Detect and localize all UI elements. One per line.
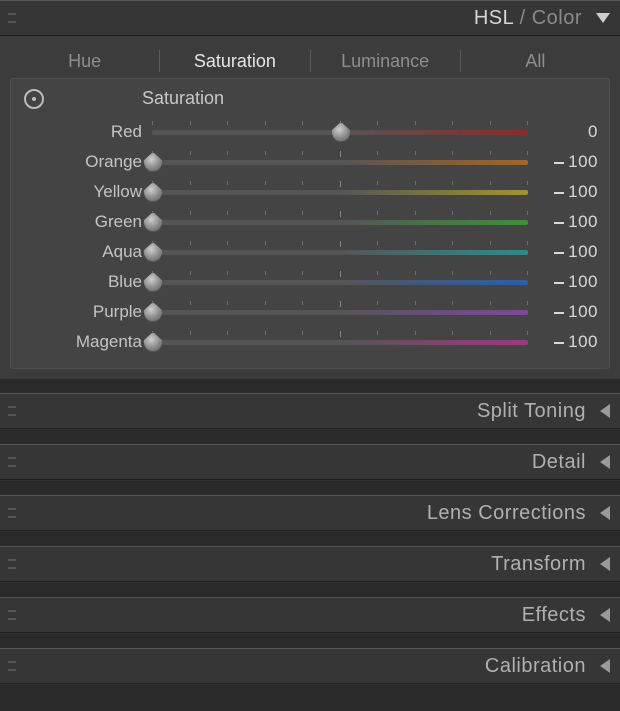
slider-value[interactable]: 100 (528, 332, 598, 352)
slider-row-purple: Purple 100 (22, 297, 598, 327)
panel-header-split-toning[interactable]: Split Toning (0, 393, 620, 429)
slider-yellow[interactable] (152, 185, 528, 199)
drag-handle-icon[interactable] (8, 559, 16, 569)
negative-sign (554, 282, 564, 284)
chevron-down-icon[interactable] (596, 13, 610, 23)
slider-row-red: Red 0 (22, 117, 598, 147)
slider-label: Yellow (22, 182, 152, 202)
drag-handle-icon[interactable] (8, 406, 16, 416)
panel-header-detail[interactable]: Detail (0, 444, 620, 480)
slider-value[interactable]: 100 (528, 272, 598, 292)
slider-value[interactable]: 0 (528, 122, 598, 142)
panel-header-transform[interactable]: Transform (0, 546, 620, 582)
slider-label: Orange (22, 152, 152, 172)
saturation-sliders: Saturation Red 0 Orange 100 Yellow 100 Green 10… (10, 78, 610, 369)
slider-value[interactable]: 100 (528, 152, 598, 172)
panel-title: Calibration (485, 655, 586, 678)
slider-ticks (152, 211, 528, 217)
slider-ticks (152, 241, 528, 247)
tab-luminance[interactable]: Luminance (311, 51, 460, 72)
negative-sign (554, 222, 564, 224)
slider-orange[interactable] (152, 155, 528, 169)
panel-header-hsl-color[interactable]: HSL / Color (0, 0, 620, 36)
slider-ticks (152, 271, 528, 277)
panel-header-lens-corrections[interactable]: Lens Corrections (0, 495, 620, 531)
slider-value[interactable]: 100 (528, 212, 598, 232)
drag-handle-icon[interactable] (8, 13, 16, 23)
slider-row-aqua: Aqua 100 (22, 237, 598, 267)
negative-sign (554, 252, 564, 254)
chevron-left-icon[interactable] (600, 404, 610, 418)
slider-green[interactable] (152, 215, 528, 229)
slider-label: Magenta (22, 332, 152, 352)
slider-row-green: Green 100 (22, 207, 598, 237)
slider-label: Red (22, 122, 152, 142)
slider-row-orange: Orange 100 (22, 147, 598, 177)
section-title: Saturation (142, 88, 224, 109)
slider-label: Aqua (22, 242, 152, 262)
slider-magenta[interactable] (152, 335, 528, 349)
chevron-left-icon[interactable] (600, 506, 610, 520)
hsl-tabs: HueSaturationLuminanceAll (10, 44, 610, 78)
chevron-left-icon[interactable] (600, 557, 610, 571)
negative-sign (554, 342, 564, 344)
drag-handle-icon[interactable] (8, 508, 16, 518)
slider-ticks (152, 151, 528, 157)
panel-title: Transform (491, 553, 586, 576)
slider-ticks (152, 331, 528, 337)
drag-handle-icon[interactable] (8, 661, 16, 671)
drag-handle-icon[interactable] (8, 457, 16, 467)
slider-label: Blue (22, 272, 152, 292)
slider-ticks (152, 181, 528, 187)
slider-value[interactable]: 100 (528, 182, 598, 202)
panel-title: Split Toning (477, 400, 586, 423)
negative-sign (554, 312, 564, 314)
panel-title: Effects (522, 604, 586, 627)
negative-sign (554, 162, 564, 164)
hsl-panel-body: HueSaturationLuminanceAll Saturation Red… (0, 36, 620, 379)
chevron-left-icon[interactable] (600, 608, 610, 622)
panel-title-hsl-color: HSL / Color (474, 7, 582, 30)
slider-purple[interactable] (152, 305, 528, 319)
slider-aqua[interactable] (152, 245, 528, 259)
slider-row-magenta: Magenta 100 (22, 327, 598, 357)
slider-label: Green (22, 212, 152, 232)
tab-saturation[interactable]: Saturation (160, 51, 309, 72)
slider-row-blue: Blue 100 (22, 267, 598, 297)
targeted-adjustment-icon[interactable] (24, 89, 44, 109)
slider-value[interactable]: 100 (528, 242, 598, 262)
panel-header-calibration[interactable]: Calibration (0, 648, 620, 684)
panel-header-effects[interactable]: Effects (0, 597, 620, 633)
slider-blue[interactable] (152, 275, 528, 289)
slider-red[interactable] (152, 125, 528, 139)
panel-title: Lens Corrections (427, 502, 586, 525)
chevron-left-icon[interactable] (600, 659, 610, 673)
panel-title: Detail (532, 451, 586, 474)
tab-hue[interactable]: Hue (10, 51, 159, 72)
slider-value[interactable]: 100 (528, 302, 598, 322)
tab-all[interactable]: All (461, 51, 610, 72)
slider-ticks (152, 301, 528, 307)
chevron-left-icon[interactable] (600, 455, 610, 469)
slider-row-yellow: Yellow 100 (22, 177, 598, 207)
drag-handle-icon[interactable] (8, 610, 16, 620)
slider-label: Purple (22, 302, 152, 322)
negative-sign (554, 192, 564, 194)
